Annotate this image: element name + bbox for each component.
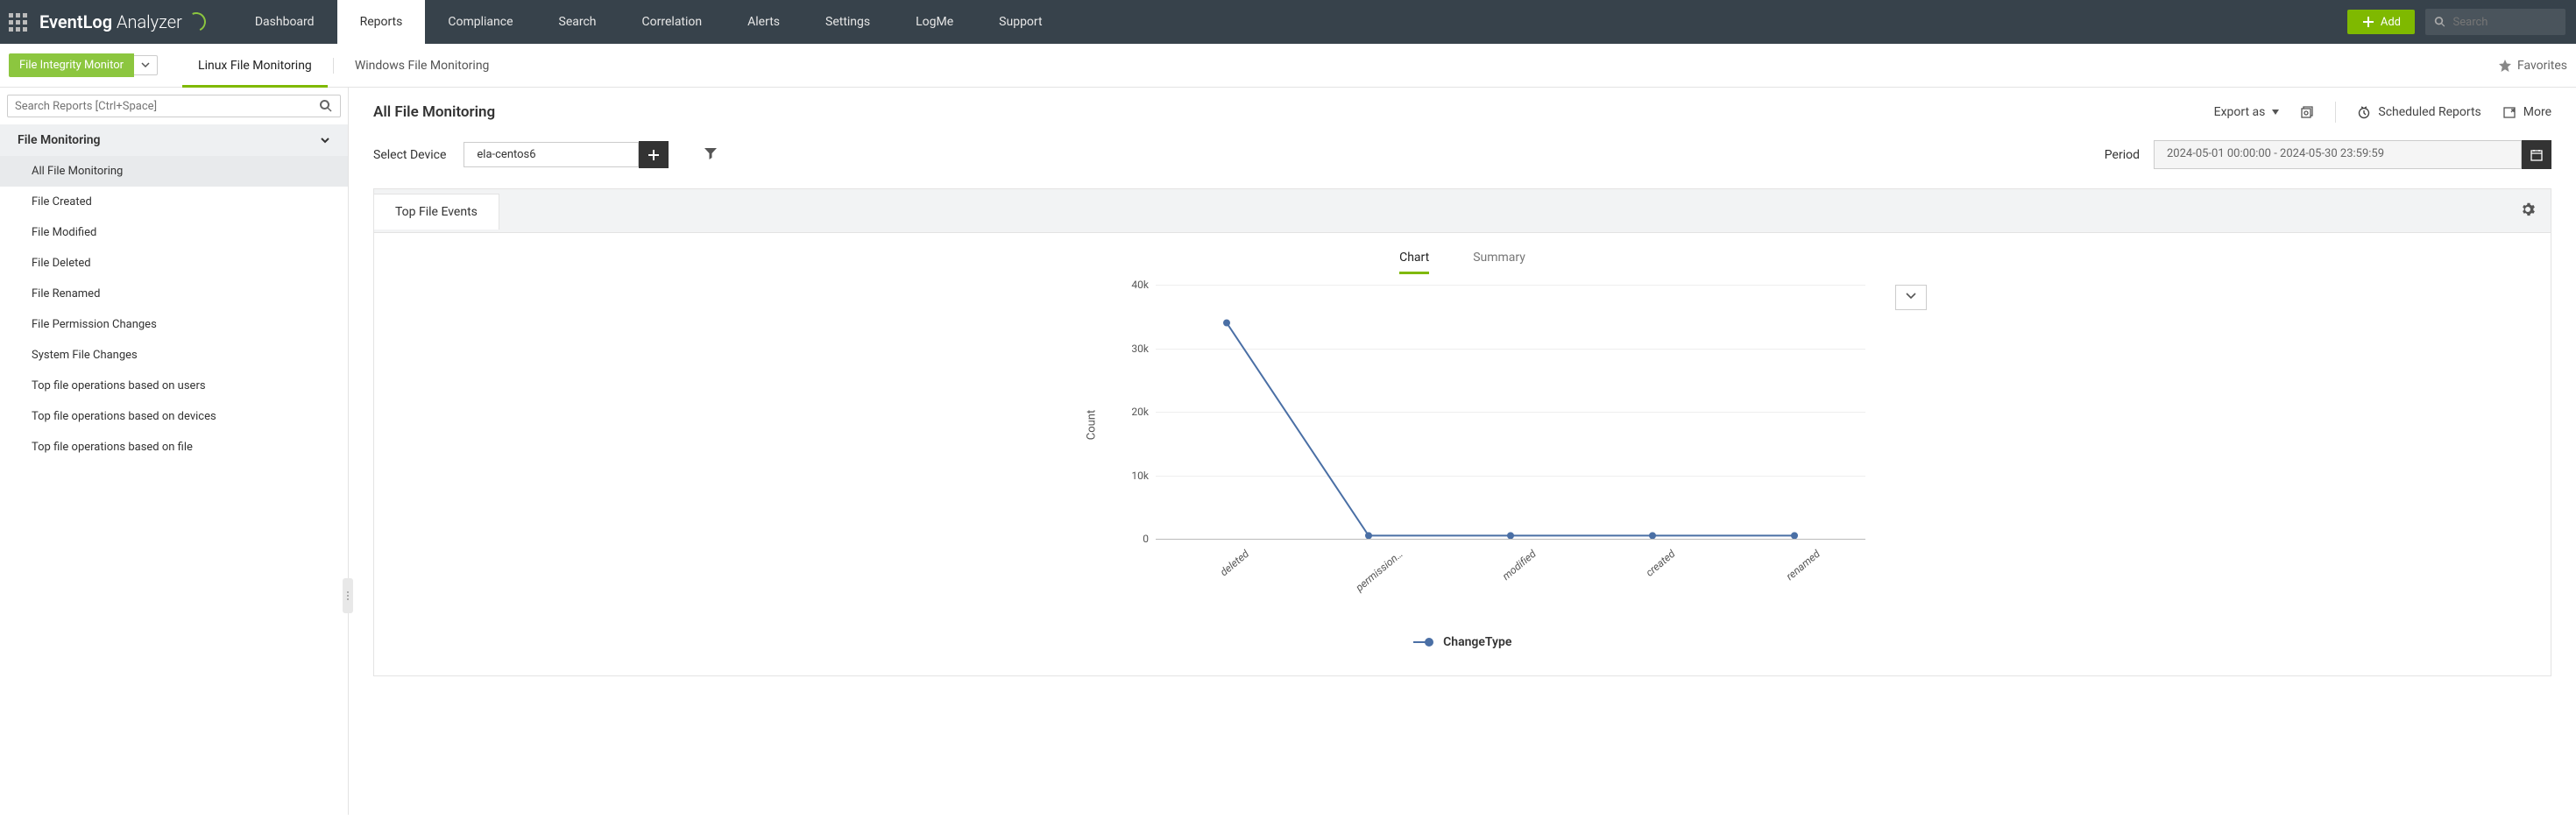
nav-item-compliance[interactable]: Compliance (425, 0, 535, 44)
device-select[interactable]: ela-centos6 (464, 142, 639, 167)
global-search[interactable] (2425, 9, 2565, 35)
legend-label: ChangeType (1443, 635, 1511, 649)
nav-item-support[interactable]: Support (976, 0, 1065, 44)
export-as-menu[interactable]: Export as (2214, 105, 2280, 119)
more-menu[interactable]: More (2502, 105, 2551, 119)
plus-icon (648, 149, 660, 161)
chevron-down-icon (1905, 292, 1917, 300)
sidebar-group-file-monitoring[interactable]: File Monitoring (0, 124, 348, 156)
sidebar-item[interactable]: File Modified (0, 217, 348, 248)
export-settings-button[interactable] (2300, 105, 2314, 119)
subtab-windows-file-monitoring[interactable]: Windows File Monitoring (339, 44, 506, 87)
top-nav-bar: EventLog Analyzer DashboardReportsCompli… (0, 0, 2576, 44)
brand-part1: EventLog (39, 11, 112, 32)
sidebar-item[interactable]: Top file operations based on users (0, 371, 348, 401)
search-icon (319, 99, 333, 113)
chart-options-toggle[interactable] (1895, 285, 1927, 310)
y-tick: 10k (1131, 470, 1149, 482)
chart-tab[interactable]: Chart (1399, 251, 1429, 274)
line-series (1156, 285, 1865, 539)
subtab-linux-file-monitoring[interactable]: Linux File Monitoring (182, 44, 328, 87)
x-tick: created (1644, 548, 1678, 579)
sidebar-collapse-handle[interactable] (343, 578, 353, 613)
x-tick: deleted (1218, 548, 1251, 578)
fim-dropdown-toggle[interactable] (134, 55, 158, 75)
clock-icon (2357, 105, 2371, 119)
x-tick: modified (1500, 548, 1539, 583)
sidebar-item[interactable]: File Permission Changes (0, 309, 348, 340)
brand-arc-icon (184, 10, 209, 34)
device-label: Select Device (373, 148, 446, 162)
brand-part2: Analyzer (112, 11, 182, 32)
sidebar-item[interactable]: Top file operations based on file (0, 432, 348, 463)
x-tick: permission… (1354, 548, 1405, 594)
main-content: All File Monitoring Export as Scheduled … (349, 88, 2576, 815)
handle-icon (345, 590, 350, 601)
y-tick: 40k (1131, 279, 1149, 291)
nav-item-dashboard[interactable]: Dashboard (232, 0, 337, 44)
scheduled-reports-link[interactable]: Scheduled Reports (2357, 105, 2480, 119)
y-tick: 20k (1131, 406, 1149, 418)
nav-item-reports[interactable]: Reports (337, 0, 426, 44)
chevron-down-icon (141, 61, 150, 68)
sidebar-item[interactable]: File Created (0, 187, 348, 217)
add-device-button[interactable] (639, 141, 669, 168)
brand-logo: EventLog Analyzer (35, 11, 232, 32)
reports-sidebar: File Monitoring All File MonitoringFile … (0, 88, 349, 815)
sidebar-item[interactable]: File Deleted (0, 248, 348, 279)
plus-icon (2361, 15, 2375, 29)
add-button[interactable]: Add (2347, 10, 2415, 34)
sidebar-search-input[interactable] (15, 100, 319, 113)
chart-legend: ChangeType (1059, 635, 1865, 649)
sidebar-item[interactable]: File Renamed (0, 279, 348, 309)
y-tick: 0 (1143, 533, 1149, 545)
sidebar-search[interactable] (7, 95, 341, 117)
panel-settings-button[interactable] (2505, 202, 2551, 220)
calendar-icon (2530, 148, 2544, 162)
gear-icon (2521, 202, 2535, 216)
global-search-input[interactable] (2453, 16, 2557, 29)
period-label: Period (2105, 148, 2140, 162)
filter-button[interactable] (704, 146, 718, 164)
app-launcher-icon[interactable] (0, 13, 35, 32)
chevron-down-icon (320, 136, 330, 145)
top-file-events-panel: Top File Events Chart Summary Count 0 10k (373, 188, 2551, 676)
favorites-link[interactable]: Favorites (2498, 59, 2567, 73)
calendar-button[interactable] (2522, 140, 2551, 169)
sidebar-item[interactable]: System File Changes (0, 340, 348, 371)
secondary-tab-strip: File Integrity Monitor Linux File Monito… (0, 44, 2576, 88)
page-title: All File Monitoring (373, 103, 495, 121)
main-nav: DashboardReportsComplianceSearchCorrelat… (232, 0, 1065, 44)
panel-tab-top-file-events[interactable]: Top File Events (373, 194, 499, 230)
sidebar-item[interactable]: Top file operations based on devices (0, 401, 348, 432)
nav-item-alerts[interactable]: Alerts (725, 0, 803, 44)
nav-item-settings[interactable]: Settings (803, 0, 893, 44)
period-input[interactable]: 2024-05-01 00:00:00 - 2024-05-30 23:59:5… (2154, 140, 2522, 169)
y-tick: 30k (1131, 343, 1149, 355)
export-gear-icon (2300, 105, 2314, 119)
x-tick: renamed (1784, 548, 1822, 583)
nav-item-search[interactable]: Search (536, 0, 619, 44)
fim-pill[interactable]: File Integrity Monitor (9, 53, 134, 77)
chart-plot: Count 010k20k30k40k deletedpermission…mo… (1121, 285, 1865, 565)
y-axis-label: Count (1086, 410, 1099, 440)
summary-tab[interactable]: Summary (1473, 251, 1525, 274)
nav-item-correlation[interactable]: Correlation (619, 0, 725, 44)
nav-item-logme[interactable]: LogMe (893, 0, 976, 44)
funnel-icon (704, 146, 718, 160)
more-icon (2502, 105, 2516, 119)
search-icon (2434, 15, 2446, 29)
sidebar-item[interactable]: All File Monitoring (0, 156, 348, 187)
star-icon (2498, 59, 2512, 73)
caret-down-icon (2272, 110, 2279, 115)
